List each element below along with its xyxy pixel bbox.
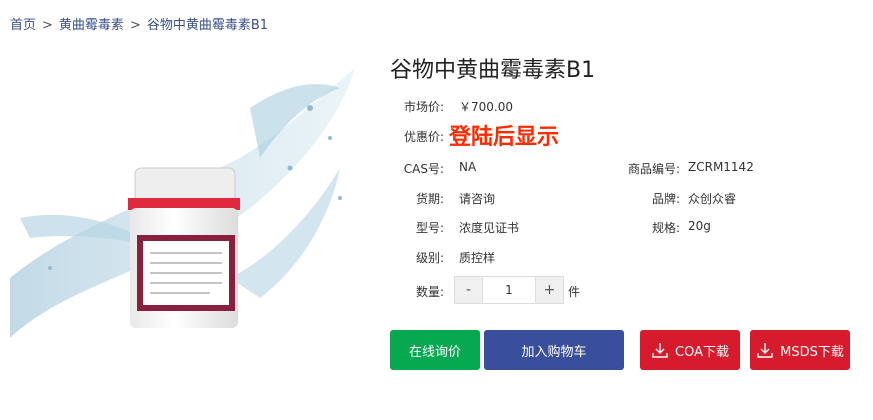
breadcrumb-separator: > bbox=[129, 18, 141, 33]
spec-label: 规格: bbox=[651, 221, 680, 235]
model-label: 型号: bbox=[415, 221, 444, 235]
brand-value: 众创众睿 bbox=[688, 192, 737, 206]
add-to-cart-button[interactable]: 加入购物车 bbox=[484, 330, 624, 370]
online-inquiry-button[interactable]: 在线询价 bbox=[390, 330, 480, 370]
cas-label: CAS号: bbox=[403, 162, 444, 176]
breadcrumb-home-link[interactable]: 首页 bbox=[10, 18, 36, 33]
spec-value: 20g bbox=[688, 219, 711, 233]
msds-download-button[interactable]: MSDS下载 bbox=[750, 330, 850, 370]
product-no-label: 商品编号: bbox=[627, 162, 680, 176]
quantity-plus-button[interactable]: + bbox=[536, 277, 563, 303]
coa-download-button[interactable]: COA下载 bbox=[640, 330, 740, 370]
coa-download-label: COA下载 bbox=[675, 344, 729, 360]
quantity-unit: 件 bbox=[568, 285, 581, 299]
brand-label: 品牌: bbox=[651, 192, 680, 206]
breadcrumb-current[interactable]: 谷物中黄曲霉毒素B1 bbox=[147, 18, 268, 33]
quantity-stepper: - + bbox=[454, 276, 564, 304]
promo-price-value[interactable]: 登陆后显示 bbox=[449, 119, 559, 151]
msds-download-label: MSDS下载 bbox=[780, 344, 844, 360]
market-price-label: 市场价: bbox=[403, 100, 444, 114]
grade-value: 质控样 bbox=[459, 251, 496, 265]
cas-value: NA bbox=[459, 160, 477, 174]
download-icon bbox=[757, 343, 773, 358]
promo-price-label: 优惠价: bbox=[403, 130, 444, 144]
add-to-cart-label: 加入购物车 bbox=[521, 344, 587, 360]
breadcrumb-separator: > bbox=[42, 18, 53, 33]
market-price-value: ￥700.00 bbox=[459, 100, 513, 114]
period-value: 请咨询 bbox=[459, 192, 496, 206]
quantity-minus-button[interactable]: - bbox=[455, 277, 482, 303]
product-title: 谷物中黄曲霉毒素B1 bbox=[390, 58, 596, 83]
quantity-label: 数量: bbox=[415, 285, 444, 299]
period-label: 货期: bbox=[415, 192, 444, 206]
product-no-value: ZCRM1142 bbox=[688, 160, 754, 174]
model-value: 浓度见证书 bbox=[459, 221, 520, 235]
breadcrumb-category-link[interactable]: 黄曲霉毒素 bbox=[59, 18, 124, 33]
product-image bbox=[10, 68, 355, 338]
download-icon bbox=[652, 343, 668, 358]
online-inquiry-label: 在线询价 bbox=[408, 344, 461, 360]
quantity-input[interactable] bbox=[482, 277, 536, 303]
grade-label: 级别: bbox=[415, 251, 444, 265]
breadcrumb: 首页 > 黄曲霉毒素 > 谷物中黄曲霉毒素B1 bbox=[10, 14, 268, 33]
